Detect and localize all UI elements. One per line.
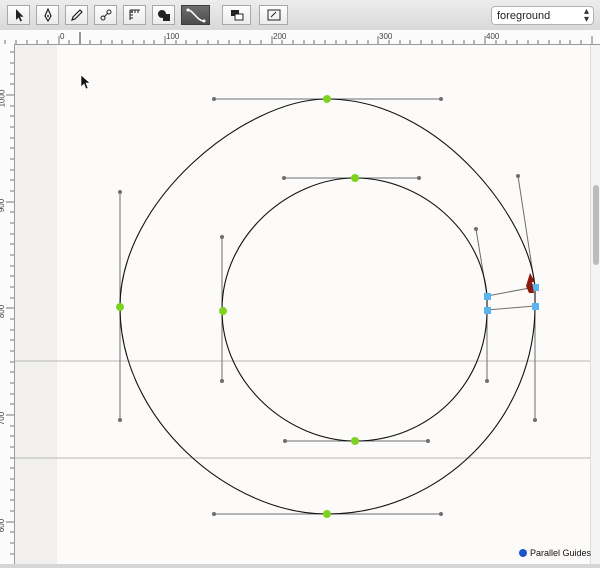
parallel-guides-indicator[interactable]: Parallel Guides	[519, 548, 591, 558]
scrollbar-thumb[interactable]	[593, 185, 599, 265]
glyph-drawing[interactable]	[0, 0, 600, 568]
control-handles	[119, 98, 536, 515]
on-curve-points[interactable]	[116, 95, 359, 518]
mouse-cursor-icon	[80, 74, 91, 90]
vertical-scrollbar[interactable]	[590, 45, 600, 564]
status-bar	[0, 564, 600, 568]
handle-points[interactable]	[118, 97, 537, 516]
globe-icon	[519, 549, 527, 557]
parallel-guides-label: Parallel Guides	[530, 548, 592, 558]
inner-contour[interactable]	[221, 177, 488, 442]
outer-contour[interactable]	[119, 98, 536, 515]
